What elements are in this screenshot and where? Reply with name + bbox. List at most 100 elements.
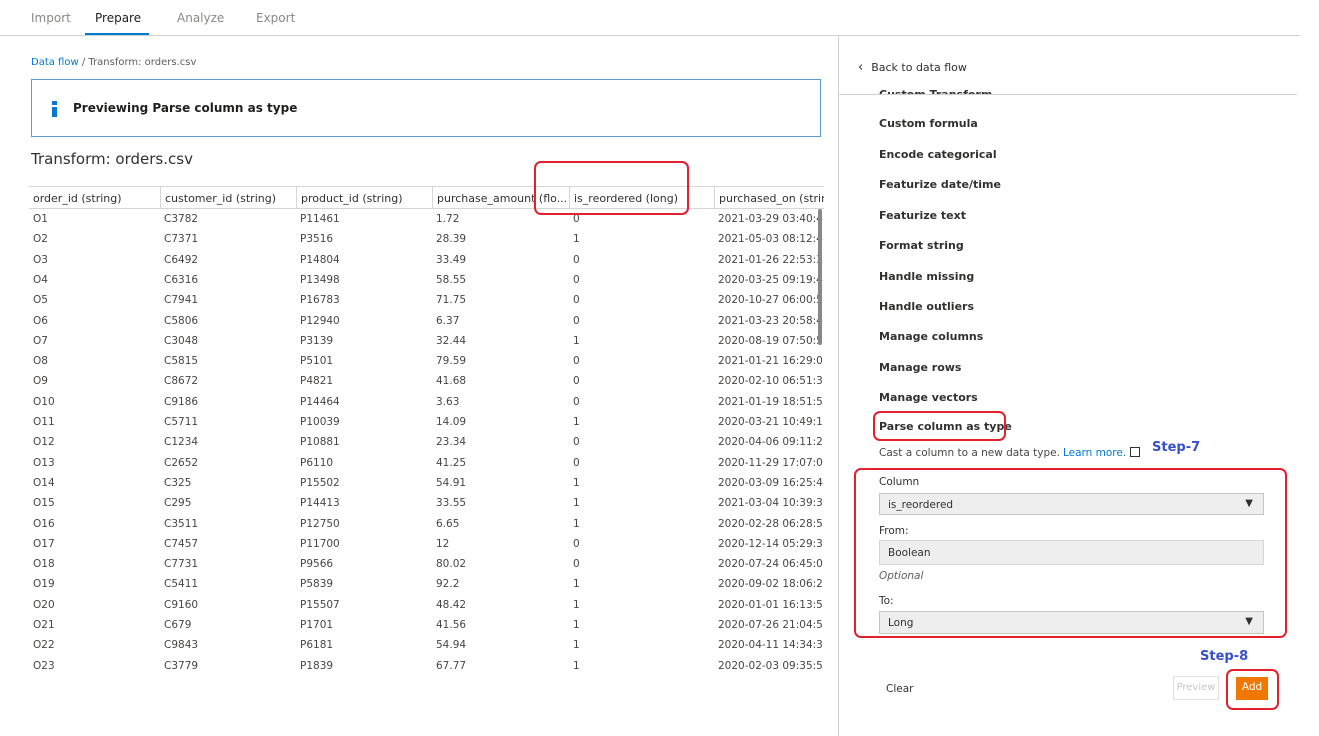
transform-item-handle-outliers[interactable]: Handle outliers	[879, 300, 974, 313]
purchased-on-cell: 2020-07-24 06:45:0	[718, 558, 823, 571]
to-select[interactable]: Long ▼	[879, 611, 1264, 634]
column-header-customer-id[interactable]: customer_id (string)	[160, 187, 296, 209]
purchased-on-cell: 2020-08-19 07:50:5	[718, 334, 823, 347]
customer-id-cell: C2652	[164, 456, 199, 469]
from-label: From:	[879, 525, 909, 537]
transform-item-manage-vectors[interactable]: Manage vectors	[879, 391, 978, 404]
purchased-on-cell: 2020-02-28 06:28:5	[718, 517, 823, 530]
table-row[interactable]: O4 C6316 P13498 58.55 0 2020-03-25 09:19:4	[29, 270, 824, 290]
table-row[interactable]: O22 C9843 P6181 54.94 1 2020-04-11 14:34:3	[29, 635, 824, 655]
customer-id-cell: C3511	[164, 517, 199, 530]
table-row[interactable]: O11 C5711 P10039 14.09 1 2020-03-21 10:49:1	[29, 412, 824, 432]
is-reordered-cell: 1	[573, 233, 580, 246]
transform-item-handle-missing[interactable]: Handle missing	[879, 270, 974, 283]
add-button[interactable]: Add	[1236, 677, 1268, 700]
grid-scrollbar[interactable]	[818, 209, 822, 345]
table-row[interactable]: O10 C9186 P14464 3.63 0 2021-01-19 18:51:5	[29, 392, 824, 412]
back-label: Back to data flow	[871, 61, 967, 74]
info-banner-message: Previewing Parse column as type	[73, 101, 298, 115]
order-id-cell: O17	[33, 537, 55, 550]
purchased-on-cell: 2021-03-29 03:40:4	[718, 213, 823, 225]
purchased-on-cell: 2020-11-29 17:07:0	[718, 456, 823, 469]
column-header-order-id[interactable]: order_id (string)	[29, 187, 160, 209]
table-row[interactable]: O1 C3782 P11461 1.72 0 2021-03-29 03:40:4	[29, 209, 824, 229]
transform-item-manage-rows[interactable]: Manage rows	[879, 361, 961, 374]
tab-export[interactable]: Export	[256, 11, 295, 25]
clear-button[interactable]: Clear	[886, 683, 913, 695]
product-id-cell: P13498	[300, 273, 340, 286]
transform-item-featurize-text[interactable]: Featurize text	[879, 209, 966, 222]
dropdown-caret-icon: ▼	[1245, 498, 1253, 509]
customer-id-cell: C8672	[164, 375, 199, 388]
transform-item-custom-formula[interactable]: Custom formula	[879, 117, 978, 130]
table-row[interactable]: O8 C5815 P5101 79.59 0 2021-01-21 16:29:0	[29, 351, 824, 371]
customer-id-cell: C5806	[164, 314, 199, 327]
tab-import[interactable]: Import	[31, 11, 71, 25]
purchase-amount-cell: 41.56	[436, 619, 467, 631]
purchase-amount-cell: 1.72	[436, 213, 460, 225]
transform-description: Cast a column to a new data type. Learn m…	[879, 446, 1141, 459]
table-row[interactable]: O17 C7457 P11700 12 0 2020-12-14 05:29:3	[29, 534, 824, 554]
is-reordered-cell: 1	[573, 416, 580, 428]
customer-id-cell: C7731	[164, 558, 199, 571]
table-row[interactable]: O13 C2652 P6110 41.25 0 2020-11-29 17:07:0	[29, 453, 824, 473]
table-row[interactable]: O2 C7371 P3516 28.39 1 2021-05-03 08:12:4	[29, 229, 824, 249]
is-reordered-cell: 1	[573, 639, 580, 652]
column-select[interactable]: is_reordered ▼	[879, 493, 1264, 515]
column-header-product-id[interactable]: product_id (string)	[296, 187, 432, 209]
table-row[interactable]: O15 C295 P14413 33.55 1 2021-03-04 10:39:3	[29, 493, 824, 513]
back-to-data-flow-link[interactable]: ‹ Back to data flow	[858, 60, 967, 75]
column-header-purchased-on[interactable]: purchased_on (strin	[714, 187, 824, 209]
product-id-cell: P3139	[300, 334, 334, 347]
step-7-annotation: Step-7	[1152, 440, 1201, 455]
table-row[interactable]: O7 C3048 P3139 32.44 1 2020-08-19 07:50:5	[29, 331, 824, 351]
preview-button[interactable]: Preview	[1173, 676, 1219, 700]
transform-item-featurize-datetime[interactable]: Featurize date/time	[879, 178, 1001, 191]
customer-id-cell: C5711	[164, 416, 199, 428]
table-row[interactable]: O14 C325 P15502 54.91 1 2020-03-09 16:25:4	[29, 473, 824, 493]
table-row[interactable]: O18 C7731 P9566 80.02 0 2020-07-24 06:45:0	[29, 554, 824, 574]
breadcrumb-data-flow-link[interactable]: Data flow	[31, 57, 79, 68]
learn-more-link[interactable]: Learn more.	[1063, 447, 1126, 459]
purchase-amount-cell: 12	[436, 537, 450, 550]
purchased-on-cell: 2021-03-23 20:58:4	[718, 314, 823, 327]
product-id-cell: P1701	[300, 619, 334, 631]
order-id-cell: O19	[33, 578, 55, 591]
transform-item-format-string[interactable]: Format string	[879, 239, 964, 252]
from-field-value: Boolean	[888, 547, 931, 559]
product-id-cell: P11700	[300, 537, 340, 550]
order-id-cell: O11	[33, 416, 55, 428]
order-id-cell: O12	[33, 436, 55, 449]
grid-header: order_id (string) customer_id (string) p…	[29, 186, 824, 209]
customer-id-cell: C295	[164, 497, 192, 510]
customer-id-cell: C679	[164, 619, 192, 631]
transform-item-manage-columns[interactable]: Manage columns	[879, 330, 983, 343]
external-link-icon	[1130, 447, 1141, 457]
is-reordered-cell: 1	[573, 619, 580, 631]
order-id-cell: O5	[33, 294, 48, 307]
table-row[interactable]: O20 C9160 P15507 48.42 1 2020-01-01 16:13:5	[29, 595, 824, 615]
order-id-cell: O18	[33, 558, 55, 571]
table-row[interactable]: O12 C1234 P10881 23.34 0 2020-04-06 09:11:2	[29, 432, 824, 452]
table-row[interactable]: O3 C6492 P14804 33.49 0 2021-01-26 22:53:3	[29, 250, 824, 270]
column-header-is-reordered[interactable]: is_reordered (long)	[569, 187, 714, 209]
order-id-cell: O7	[33, 334, 48, 347]
tab-prepare[interactable]: Prepare	[95, 11, 141, 25]
customer-id-cell: C3779	[164, 659, 199, 672]
purchased-on-cell: 2020-02-03 09:35:5	[718, 659, 823, 672]
table-row[interactable]: O23 C3779 P1839 67.77 1 2020-02-03 09:35:5	[29, 656, 824, 676]
tab-analyze[interactable]: Analyze	[177, 11, 224, 25]
table-row[interactable]: O19 C5411 P5839 92.2 1 2020-09-02 18:06:2	[29, 574, 824, 594]
table-row[interactable]: O21 C679 P1701 41.56 1 2020-07-26 21:04:5	[29, 615, 824, 635]
table-row[interactable]: O9 C8672 P4821 41.68 0 2020-02-10 06:51:3	[29, 371, 824, 391]
table-row[interactable]: O6 C5806 P12940 6.37 0 2021-03-23 20:58:4	[29, 311, 824, 331]
purchase-amount-cell: 23.34	[436, 436, 467, 449]
column-header-purchase-amount[interactable]: purchase_amount (flo...	[432, 187, 569, 209]
product-id-cell: P11461	[300, 213, 340, 225]
breadcrumb-current: Transform: orders.csv	[88, 57, 197, 68]
transform-item-parse-column-as-type[interactable]: Parse column as type	[879, 420, 1012, 433]
table-row[interactable]: O5 C7941 P16783 71.75 0 2020-10-27 06:00:5	[29, 290, 824, 310]
to-label: To:	[879, 595, 894, 607]
table-row[interactable]: O16 C3511 P12750 6.65 1 2020-02-28 06:28:5	[29, 514, 824, 534]
transform-item-encode-categorical[interactable]: Encode categorical	[879, 148, 997, 161]
